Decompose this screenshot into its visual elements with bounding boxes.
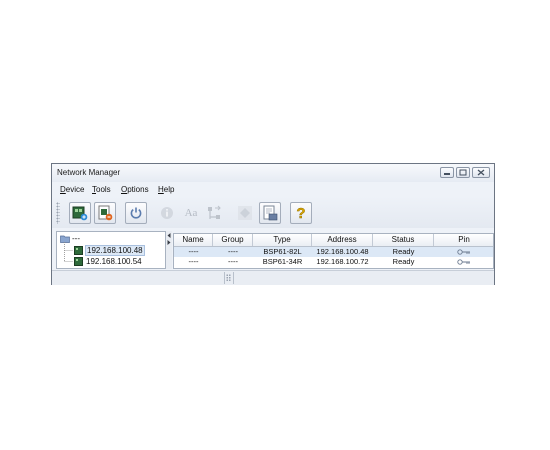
window-controls	[440, 167, 490, 178]
column-group[interactable]: Group	[213, 234, 253, 246]
menu-options[interactable]: Options	[121, 185, 149, 194]
column-pin[interactable]: Pin	[434, 234, 493, 246]
table-header: Name Group Type Address Status Pin	[174, 234, 493, 247]
status-divider	[224, 272, 225, 284]
minimize-button[interactable]	[440, 167, 454, 178]
cell-name: ----	[188, 257, 199, 266]
help-button[interactable]: ?	[290, 202, 312, 224]
power-icon	[130, 207, 142, 219]
column-type[interactable]: Type	[253, 234, 312, 246]
status-divider	[233, 272, 234, 284]
diamond-icon	[238, 206, 252, 220]
table-row[interactable]: ---- ---- BSP61-34R 192.168.100.72 Ready	[174, 257, 493, 267]
network-tree-icon	[208, 205, 221, 219]
device-remove-icon	[98, 205, 113, 221]
device-add-button[interactable]	[69, 202, 91, 224]
help-icon: ?	[296, 204, 306, 222]
window-title: Network Manager	[57, 168, 121, 177]
cell-pin[interactable]	[434, 247, 493, 257]
menu-device[interactable]: Device	[60, 185, 84, 194]
device-icon	[74, 257, 83, 266]
network-tree-button[interactable]	[203, 202, 225, 224]
cell-address: 192.168.100.48	[316, 247, 369, 256]
menu-tools[interactable]: Tools	[92, 185, 111, 194]
export-button[interactable]	[259, 202, 281, 224]
pane-splitter[interactable]	[166, 231, 172, 269]
status-bar	[52, 270, 494, 285]
status-grip[interactable]	[226, 274, 231, 282]
device-remove-button[interactable]	[94, 202, 116, 224]
info-icon	[161, 207, 173, 219]
column-address[interactable]: Address	[312, 234, 373, 246]
column-status[interactable]: Status	[373, 234, 434, 246]
cell-status: Ready	[392, 247, 415, 256]
title-bar[interactable]: Network Manager	[52, 164, 494, 182]
cell-group: ----	[228, 257, 238, 266]
collapse-left-icon	[167, 233, 171, 238]
cell-group: ----	[228, 247, 238, 256]
device-tree[interactable]: --- 192.168.100.48 192.168.100.54	[56, 231, 166, 269]
menu-bar: Device Tools Options Help	[52, 183, 494, 196]
cell-name: ----	[188, 247, 199, 256]
device-add-icon	[72, 206, 88, 221]
column-name[interactable]: Name	[174, 234, 213, 246]
cell-type: BSP61-34R	[262, 257, 303, 266]
export-icon	[263, 205, 278, 221]
cell-address: 192.168.100.72	[316, 257, 369, 266]
close-button[interactable]	[472, 167, 490, 178]
minimize-icon	[444, 172, 450, 175]
expand-right-icon	[167, 240, 171, 245]
key-icon	[457, 259, 470, 265]
main-panes: --- 192.168.100.48 192.168.100.54 Name G…	[52, 231, 494, 269]
tree-item-device-2[interactable]: 192.168.100.54	[86, 257, 142, 266]
maximize-icon	[459, 169, 467, 176]
device-icon	[74, 246, 83, 255]
cell-type: BSP61-82L	[263, 247, 302, 256]
toolbar-grip[interactable]	[56, 202, 60, 224]
power-button[interactable]	[125, 202, 147, 224]
cell-status: Ready	[392, 257, 415, 266]
network-manager-window: Network Manager Device Tools Options Hel…	[51, 163, 495, 285]
key-icon	[457, 249, 470, 255]
tree-item-device-1[interactable]: 192.168.100.48	[85, 245, 145, 256]
close-icon	[477, 169, 485, 176]
font-icon: Aa	[184, 207, 198, 219]
maximize-button[interactable]	[456, 167, 470, 178]
info-button[interactable]	[156, 202, 178, 224]
font-button[interactable]: Aa	[180, 202, 202, 224]
toolbar: Aa ?	[52, 196, 494, 228]
cell-pin[interactable]	[434, 257, 493, 267]
menu-help[interactable]: Help	[158, 185, 174, 194]
table-row[interactable]: ---- ---- BSP61-82L 192.168.100.48 Ready	[174, 247, 493, 257]
device-table: Name Group Type Address Status Pin ---- …	[173, 233, 494, 269]
diamond-button[interactable]	[234, 202, 256, 224]
